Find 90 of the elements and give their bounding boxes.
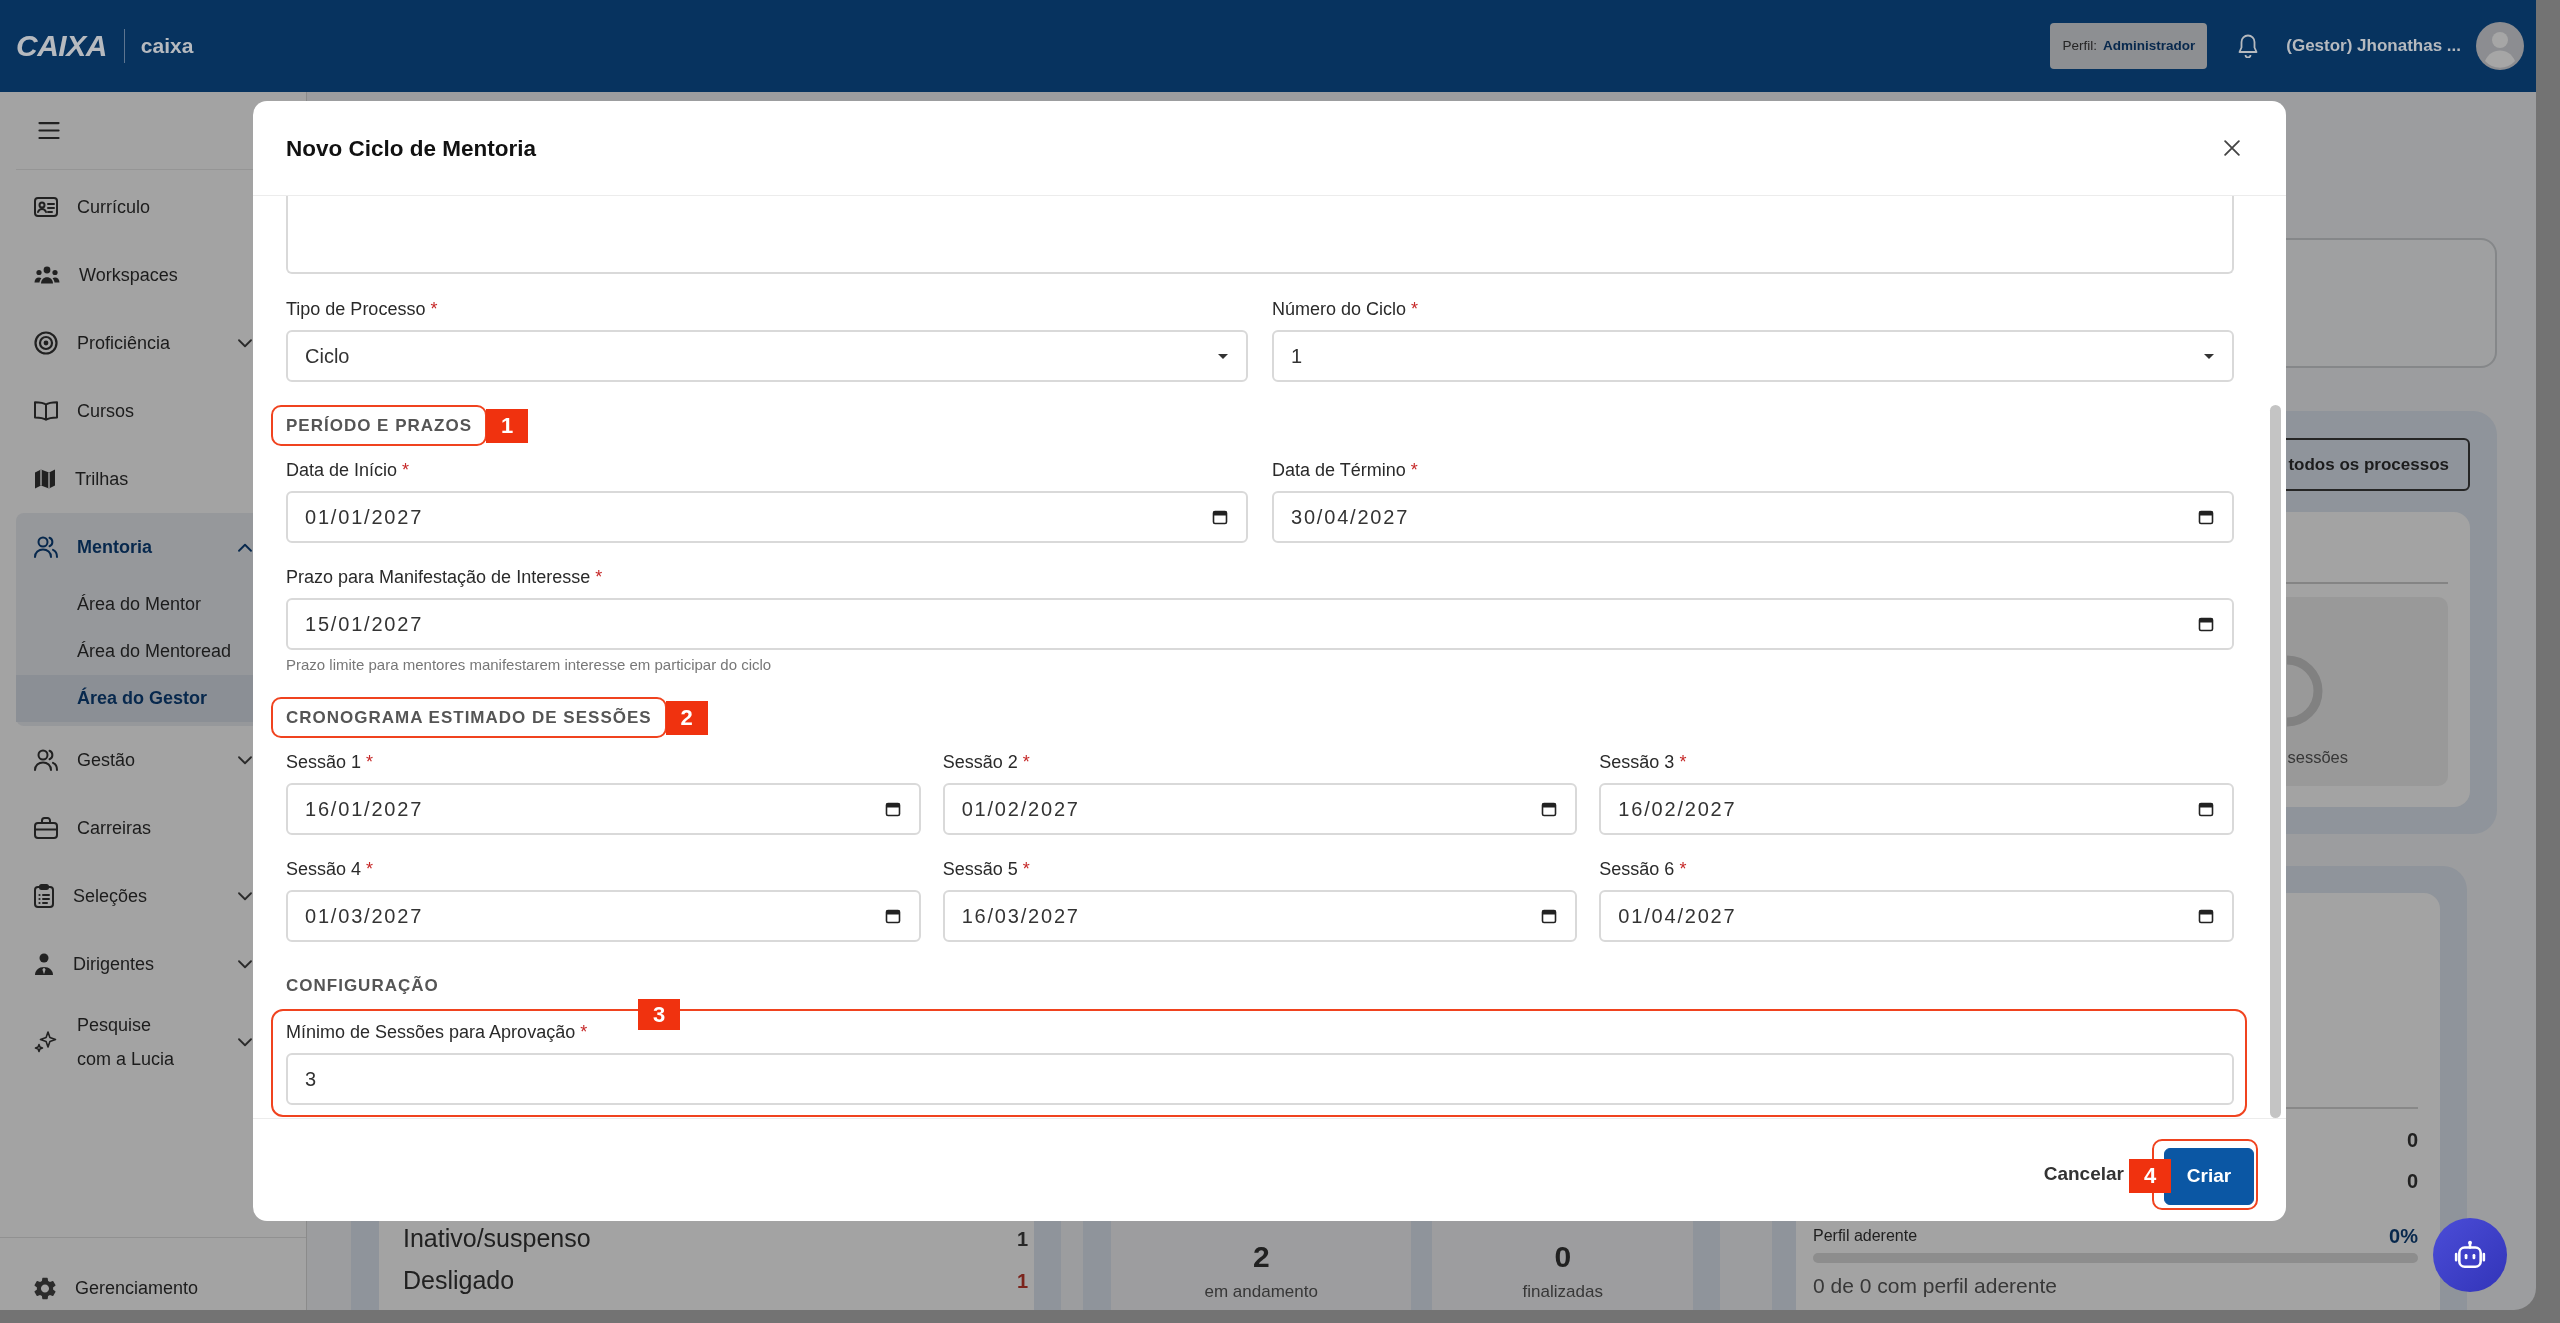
stat-value: 2 bbox=[1252, 1239, 1270, 1275]
progress-label: Perfil aderente bbox=[1813, 1226, 1918, 1246]
section-heading: CONFIGURAÇÃO bbox=[286, 976, 439, 995]
primary-button[interactable]: Criar bbox=[2164, 1147, 2254, 1205]
chart-caption: sessões bbox=[2287, 747, 2348, 767]
settings-icon bbox=[34, 1277, 56, 1300]
text-button[interactable]: Cancelar bbox=[2043, 1159, 2124, 1189]
bell-icon[interactable] bbox=[2238, 34, 2259, 58]
field-label: Tipo de Processo * bbox=[286, 298, 439, 321]
chevron-icon[interactable] bbox=[238, 1037, 252, 1047]
stat-value: 0 bbox=[1554, 1239, 1572, 1275]
caret-icon bbox=[1218, 353, 1228, 359]
field-label: Data de Término * bbox=[1272, 459, 1419, 482]
map-icon bbox=[34, 468, 56, 490]
status-label: Desligado bbox=[403, 1265, 515, 1297]
date-field[interactable]: 01/02/2027 bbox=[942, 783, 1578, 835]
chevron-icon[interactable] bbox=[238, 755, 252, 765]
stat-value: 0 bbox=[2406, 1127, 2418, 1153]
chevron-icon[interactable] bbox=[238, 542, 252, 552]
callout-number: 4 bbox=[2129, 1158, 2171, 1193]
calendar-icon[interactable] bbox=[1541, 801, 1558, 817]
id-card-icon bbox=[34, 197, 58, 217]
calendar-icon[interactable] bbox=[1212, 509, 1228, 525]
field-label: Sessão 3 * bbox=[1599, 751, 1688, 774]
users-icon bbox=[34, 749, 58, 771]
sparkle-icon bbox=[34, 1030, 58, 1054]
calendar-icon[interactable] bbox=[2198, 509, 2214, 525]
target-icon bbox=[34, 331, 58, 355]
progress-caption: 0 de 0 com perfil aderente bbox=[1813, 1273, 2058, 1299]
person-icon bbox=[34, 953, 54, 975]
status-count: 1 bbox=[1016, 1269, 1028, 1294]
calendar-icon[interactable] bbox=[2198, 908, 2214, 924]
scrollbar-thumb[interactable] bbox=[2270, 405, 2281, 1118]
clipboard-icon bbox=[34, 884, 54, 908]
select-field[interactable]: 1 bbox=[1272, 330, 2234, 382]
field-label: Sessão 2 * bbox=[942, 751, 1031, 774]
menu-icon[interactable] bbox=[38, 122, 60, 139]
calendar-icon[interactable] bbox=[2198, 801, 2214, 817]
robot-icon bbox=[2454, 1240, 2486, 1270]
field-label: Mínimo de Sessões para Aprovação * bbox=[286, 1021, 589, 1044]
chevron-icon[interactable] bbox=[238, 338, 252, 348]
stat-caption: em andamento bbox=[1204, 1282, 1318, 1302]
calendar-icon[interactable] bbox=[884, 908, 901, 924]
calendar-icon[interactable] bbox=[884, 801, 901, 817]
calendar-icon[interactable] bbox=[1541, 908, 1558, 924]
stat-caption: finalizadas bbox=[1522, 1282, 1603, 1302]
date-field[interactable]: 16/03/2027 bbox=[942, 890, 1578, 942]
date-field[interactable]: 15/01/2027 bbox=[286, 598, 2234, 650]
profile-button[interactable]: Perfil: Administrador bbox=[2050, 23, 2208, 69]
callout-number: 3 bbox=[638, 999, 680, 1030]
dialog-title: Novo Ciclo de Mentoria bbox=[286, 134, 537, 162]
user-name[interactable]: (Gestor) Jhonathas ... bbox=[2286, 33, 2461, 59]
caret-icon bbox=[2204, 353, 2214, 359]
status-label: Inativo/suspenso bbox=[403, 1223, 591, 1255]
close-icon bbox=[2224, 140, 2240, 156]
field-label: Sessão 5 * bbox=[942, 858, 1031, 881]
chevron-icon[interactable] bbox=[238, 891, 252, 901]
callout-number: 2 bbox=[665, 700, 708, 735]
users-icon bbox=[34, 536, 58, 558]
field-label: Sessão 6 * bbox=[1599, 858, 1688, 881]
date-field[interactable]: 01/04/2027 bbox=[1599, 890, 2234, 942]
ring-chart bbox=[2287, 655, 2324, 727]
section-heading: PERÍODO E PRAZOS bbox=[286, 416, 473, 435]
progress-reading: 0% bbox=[2389, 1224, 2418, 1249]
book-icon bbox=[34, 401, 58, 421]
field-label: Sessão 1 * bbox=[286, 751, 375, 774]
brand-name: caixa bbox=[140, 33, 194, 60]
callout-number: 1 bbox=[486, 408, 529, 443]
date-field[interactable]: 16/01/2027 bbox=[286, 783, 921, 835]
status-count: 1 bbox=[1016, 1227, 1028, 1252]
sidebar-item[interactable]: Currículo bbox=[16, 173, 306, 241]
date-field[interactable]: 01/03/2027 bbox=[286, 890, 921, 942]
sidebar-item[interactable]: Gerenciamento bbox=[0, 1237, 306, 1310]
help-text: Prazo limite para mentores manifestarem interesse em participar do ciclo bbox=[286, 656, 773, 674]
input-field[interactable]: 3 bbox=[286, 1053, 2234, 1105]
field-label: Prazo para Manifestação de Interesse * bbox=[286, 566, 604, 589]
chevron-icon[interactable] bbox=[238, 959, 252, 969]
briefcase-icon bbox=[34, 817, 58, 839]
logo[interactable]: CAIXA bbox=[16, 31, 107, 61]
select-field[interactable]: Ciclo bbox=[286, 330, 1248, 382]
avatar-icon[interactable] bbox=[2476, 22, 2524, 70]
calendar-icon[interactable] bbox=[2198, 616, 2214, 632]
date-field[interactable]: 30/04/2027 bbox=[1272, 491, 2234, 543]
stat-value: 0 bbox=[2406, 1168, 2418, 1194]
people-icon bbox=[34, 266, 60, 284]
field-label: Data de Início * bbox=[286, 459, 411, 482]
field-label: Número do Ciclo * bbox=[1272, 298, 1420, 321]
date-field[interactable]: 01/01/2027 bbox=[286, 491, 1248, 543]
textarea-field[interactable] bbox=[286, 196, 2234, 274]
date-field[interactable]: 16/02/2027 bbox=[1599, 783, 2234, 835]
